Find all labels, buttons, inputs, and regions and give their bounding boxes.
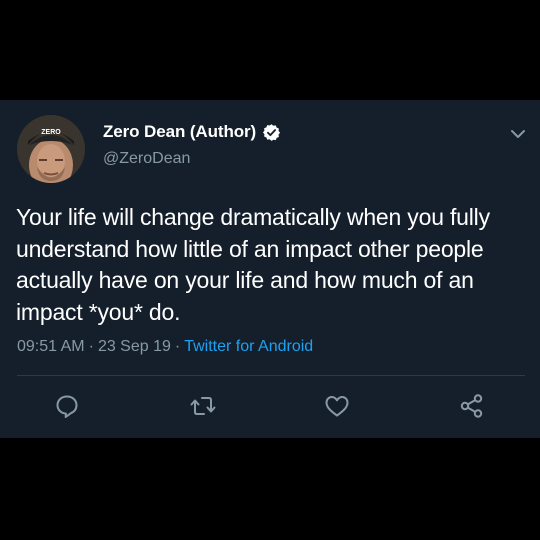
share-button[interactable] — [458, 392, 486, 420]
author-handle[interactable]: @ZeroDean — [103, 150, 190, 168]
meta-separator: · — [88, 338, 94, 355]
reply-icon — [56, 395, 78, 418]
tweet-date[interactable]: 23 Sep 19 — [98, 338, 171, 355]
divider — [17, 375, 525, 376]
share-icon — [460, 394, 483, 418]
author-name-row: Zero Dean (Author) — [103, 121, 281, 143]
retweet-icon — [190, 397, 216, 415]
heart-icon — [325, 396, 349, 417]
avatar-image: ZERO — [17, 115, 85, 183]
tweet-time[interactable]: 09:51 AM — [17, 338, 85, 355]
tweet-card: ZERO Zero Dean (Author) @ZeroDean Your l… — [0, 100, 540, 438]
reply-button[interactable] — [53, 392, 81, 420]
tweet-text: Your life will change dramatically when … — [16, 204, 490, 325]
verified-badge-icon — [262, 123, 281, 142]
avatar[interactable]: ZERO — [17, 115, 85, 183]
meta-separator: · — [174, 338, 181, 355]
tweet-source-link[interactable]: Twitter for Android — [184, 338, 313, 355]
like-button[interactable] — [323, 392, 351, 420]
avatar-cap-text: ZERO — [41, 129, 61, 136]
chevron-down-icon[interactable] — [508, 124, 528, 144]
author-display-name[interactable]: Zero Dean (Author) — [103, 122, 256, 142]
tweet-actions — [0, 390, 540, 422]
tweet-meta: 09:51 AM · 23 Sep 19 · Twitter for Android — [17, 338, 313, 356]
retweet-button[interactable] — [189, 392, 217, 420]
